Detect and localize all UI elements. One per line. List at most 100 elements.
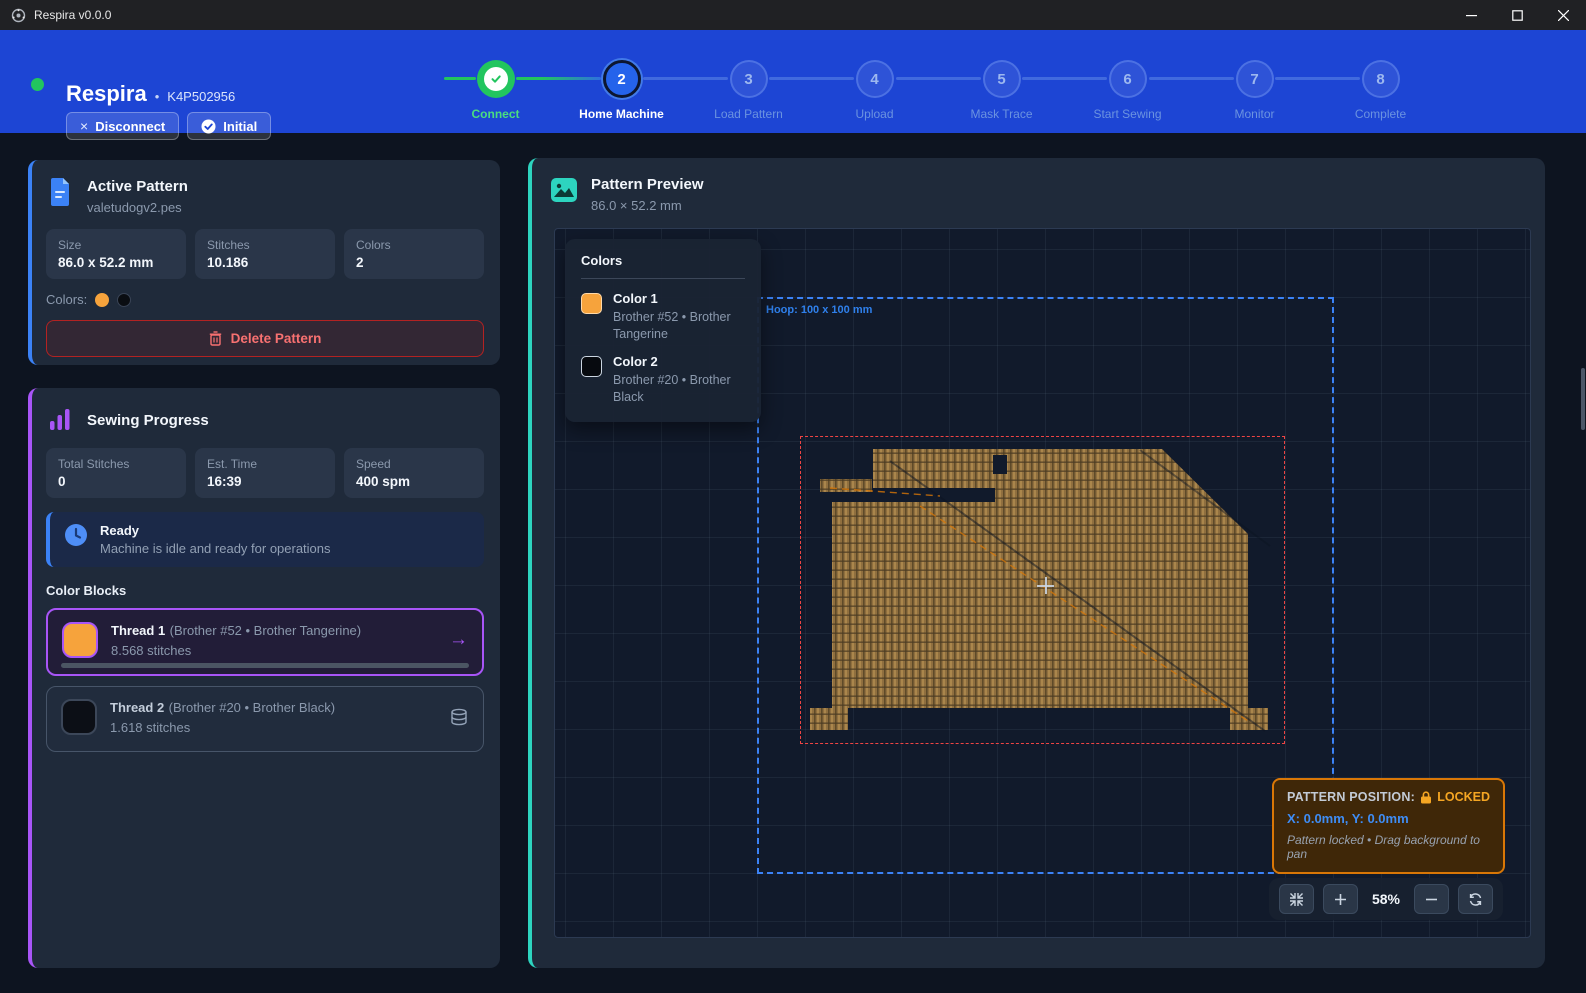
legend-color1-desc: Brother #52 • Brother Tangerine [613, 309, 745, 343]
fit-to-screen-button[interactable] [1279, 884, 1314, 914]
plus-icon [1334, 893, 1347, 906]
window-title: Respira v0.0.0 [34, 8, 111, 22]
check-icon [484, 67, 508, 91]
delete-pattern-button[interactable]: Delete Pattern [46, 320, 484, 357]
minimize-button[interactable] [1448, 0, 1494, 30]
step-mask-trace-label: Mask Trace [970, 107, 1032, 121]
machine-serial: K4P502956 [167, 89, 235, 104]
step-monitor-circle: 7 [1236, 60, 1274, 98]
disconnect-x-icon: × [80, 118, 88, 134]
stat-speed-value: 400 spm [356, 474, 472, 489]
minus-icon [1425, 893, 1438, 906]
step-monitor[interactable]: 7 Monitor [1191, 60, 1318, 121]
stepper-connector [896, 77, 981, 80]
legend-color2-desc: Brother #20 • Brother Black [613, 372, 745, 406]
color-swatch-black [117, 293, 131, 307]
layers-stack-icon [449, 707, 469, 727]
close-button[interactable] [1540, 0, 1586, 30]
workflow-stepper: Connect 2 Home Machine 3 Load Pattern 4 … [432, 60, 1444, 130]
pattern-filename: valetudogv2.pes [87, 200, 188, 215]
step-load-pattern[interactable]: 3 Load Pattern [685, 60, 812, 121]
stepper-connector [769, 77, 854, 80]
lock-icon [1420, 791, 1432, 804]
stat-stitches-value: 10.186 [207, 255, 323, 270]
step-complete[interactable]: 8 Complete [1317, 60, 1444, 121]
step-start-sewing[interactable]: 6 Start Sewing [1064, 60, 1191, 121]
step-home-machine[interactable]: 2 Home Machine [558, 60, 685, 121]
thread-1-stitches: 8.568 stitches [111, 643, 361, 658]
step-upload-circle: 4 [856, 60, 894, 98]
legend-item-color1: Color 1 Brother #52 • Brother Tangerine [581, 291, 745, 343]
initial-label: Initial [223, 119, 257, 134]
step-load-pattern-label: Load Pattern [714, 107, 783, 121]
disconnect-button[interactable]: × Disconnect [66, 112, 179, 140]
thread-2-block[interactable]: Thread 2 (Brother #20 • Brother Black) 1… [46, 686, 484, 752]
active-pattern-title: Active Pattern [87, 178, 188, 195]
stat-stitches: Stitches 10.186 [195, 229, 335, 279]
zoom-out-button[interactable] [1414, 884, 1449, 914]
window-scrollbar[interactable] [1581, 368, 1585, 430]
stepper-connector [1275, 77, 1360, 80]
stat-size: Size 86.0 x 52.2 mm [46, 229, 186, 279]
step-start-sewing-circle: 6 [1109, 60, 1147, 98]
thread-2-name: Thread 2 [110, 700, 164, 715]
legend-title: Colors [581, 253, 745, 268]
maximize-button[interactable] [1494, 0, 1540, 30]
file-document-icon [46, 178, 74, 206]
stepper-connector [1022, 77, 1107, 80]
machine-status-title: Ready [100, 523, 331, 538]
stat-total-stitches-label: Total Stitches [58, 457, 174, 471]
legend-item-color2: Color 2 Brother #20 • Brother Black [581, 354, 745, 406]
stat-est-time-label: Est. Time [207, 457, 323, 471]
image-icon [550, 176, 578, 204]
hoop-label: Hoop: 100 x 100 mm [766, 304, 872, 316]
legend-color2-name: Color 2 [613, 354, 745, 369]
titlebar: Respira v0.0.0 [0, 0, 1586, 30]
pattern-preview-size: 86.0 × 52.2 mm [591, 198, 704, 213]
step-mask-trace-circle: 5 [983, 60, 1021, 98]
app-icon [10, 7, 26, 23]
step-connect[interactable]: Connect [432, 60, 559, 121]
stat-est-time: Est. Time 16:39 [195, 448, 335, 498]
thread-2-color-swatch [61, 699, 97, 735]
step-complete-circle: 8 [1362, 60, 1400, 98]
reset-view-button[interactable] [1458, 884, 1493, 914]
step-home-machine-circle: 2 [603, 60, 641, 98]
thread-1-name: Thread 1 [111, 623, 165, 638]
step-connect-label: Connect [472, 107, 520, 121]
stat-colors-value: 2 [356, 255, 472, 270]
stepper-connector [643, 77, 728, 80]
machine-status-banner: Ready Machine is idle and ready for oper… [46, 512, 484, 567]
check-circle-icon [201, 119, 216, 134]
thread-1-color-swatch [62, 622, 98, 658]
zoom-in-button[interactable] [1323, 884, 1358, 914]
fit-to-screen-icon [1289, 892, 1304, 907]
colors-label: Colors: [46, 292, 87, 307]
step-mask-trace[interactable]: 5 Mask Trace [938, 60, 1065, 121]
step-start-sewing-label: Start Sewing [1093, 107, 1161, 121]
stat-est-time-value: 16:39 [207, 474, 323, 489]
locked-badge: LOCKED [1437, 790, 1490, 804]
color-swatch-orange [95, 293, 109, 307]
crosshair-icon [1037, 577, 1054, 594]
stat-speed-label: Speed [356, 457, 472, 471]
initial-button[interactable]: Initial [187, 112, 271, 140]
stat-speed: Speed 400 spm [344, 448, 484, 498]
step-home-machine-label: Home Machine [579, 107, 664, 121]
delete-pattern-label: Delete Pattern [231, 331, 322, 346]
preview-canvas[interactable]: Hoop: 100 x 100 mm [554, 228, 1531, 938]
pattern-position-title: PATTERN POSITION: [1287, 790, 1415, 804]
clock-icon [64, 523, 88, 547]
step-upload[interactable]: 4 Upload [811, 60, 938, 121]
pattern-preview-title: Pattern Preview [591, 176, 704, 193]
pattern-preview-card: Pattern Preview 86.0 × 52.2 mm Hoop: 100… [528, 158, 1545, 968]
stat-size-value: 86.0 x 52.2 mm [58, 255, 174, 270]
legend-divider [581, 278, 745, 279]
trash-icon [209, 331, 222, 346]
stepper-connector [516, 77, 601, 80]
pattern-position-overlay: PATTERN POSITION: LOCKED X: 0.0mm, Y: 0.… [1272, 778, 1505, 874]
thread-1-progress-track [61, 663, 469, 668]
thread-1-block[interactable]: Thread 1 (Brother #52 • Brother Tangerin… [46, 608, 484, 676]
pattern-position-hint: Pattern locked • Drag background to pan [1287, 833, 1490, 861]
app-window: Respira v0.0.0 Respira • K4P502956 × Dis… [0, 0, 1586, 993]
